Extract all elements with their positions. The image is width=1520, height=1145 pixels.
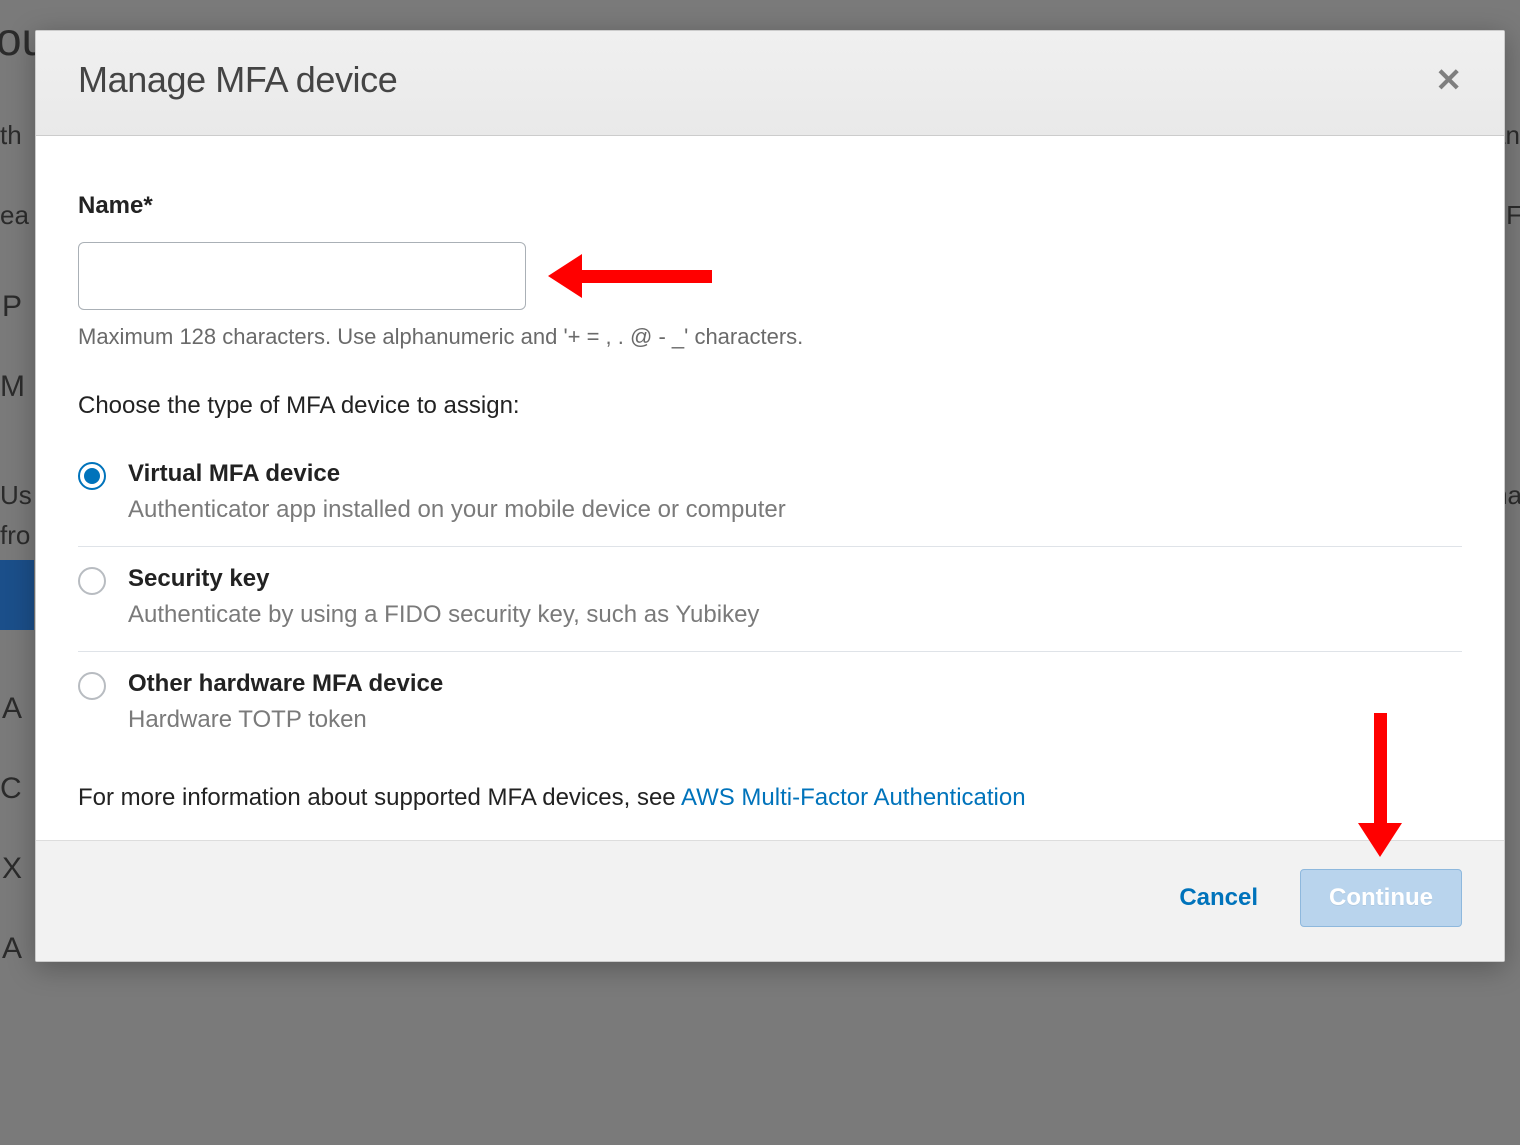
radio-title: Other hardware MFA device [128,670,1462,698]
radio-icon [78,462,106,490]
bg-text: th [0,120,22,151]
bg-text: C [0,772,22,806]
modal-header: Manage MFA device ✕ [36,31,1504,136]
annotation-arrow-down [1358,713,1402,857]
name-input-row [78,242,1462,310]
radio-title: Security key [128,565,1462,593]
radio-text: Security key Authenticate by using a FID… [128,565,1462,629]
name-helper-text: Maximum 128 characters. Use alphanumeric… [78,324,1462,350]
radio-icon [78,672,106,700]
radio-desc: Authenticator app installed on your mobi… [128,496,1462,524]
bg-text: fro [0,520,30,551]
radio-desc: Authenticate by using a FIDO security ke… [128,601,1462,629]
manage-mfa-modal: Manage MFA device ✕ Name* Maximum 128 ch… [35,30,1505,962]
bg-blue-block [0,560,34,630]
radio-security-key[interactable]: Security key Authenticate by using a FID… [78,547,1462,652]
arrow-left-icon [548,254,582,298]
mfa-name-input[interactable] [78,242,526,310]
radio-desc: Hardware TOTP token [128,706,1462,734]
radio-other-hardware[interactable]: Other hardware MFA device Hardware TOTP … [78,652,1462,756]
annotation-arrow-left [548,254,712,298]
radio-text: Virtual MFA device Authenticator app ins… [128,460,1462,524]
close-button[interactable]: ✕ [1435,64,1462,96]
modal-footer: Cancel Continue [36,840,1504,961]
arrow-down-line [1374,713,1387,823]
choose-mfa-label: Choose the type of MFA device to assign: [78,392,1462,420]
arrow-down-icon [1358,823,1402,857]
bg-text: X [2,852,22,886]
continue-button[interactable]: Continue [1300,869,1462,927]
arrow-line [582,270,712,283]
bg-text: P [2,290,22,324]
close-icon: ✕ [1435,62,1462,98]
radio-virtual-mfa[interactable]: Virtual MFA device Authenticator app ins… [78,442,1462,547]
bg-text: A [2,692,22,726]
bg-text: ea [0,200,29,231]
bg-text: Us [0,480,32,511]
name-label: Name* [78,192,1462,220]
modal-body: Name* Maximum 128 characters. Use alphan… [36,136,1504,840]
radio-icon [78,567,106,595]
mfa-info-text: For more information about supported MFA… [78,784,1462,812]
modal-title: Manage MFA device [78,59,397,101]
cancel-button[interactable]: Cancel [1171,872,1266,924]
aws-mfa-link[interactable]: AWS Multi-Factor Authentication [681,784,1026,811]
mfa-type-radio-group: Virtual MFA device Authenticator app ins… [78,442,1462,756]
info-text-prefix: For more information about supported MFA… [78,784,681,811]
radio-text: Other hardware MFA device Hardware TOTP … [128,670,1462,734]
bg-text: M [0,370,25,404]
radio-title: Virtual MFA device [128,460,1462,488]
bg-text: A [2,932,22,966]
